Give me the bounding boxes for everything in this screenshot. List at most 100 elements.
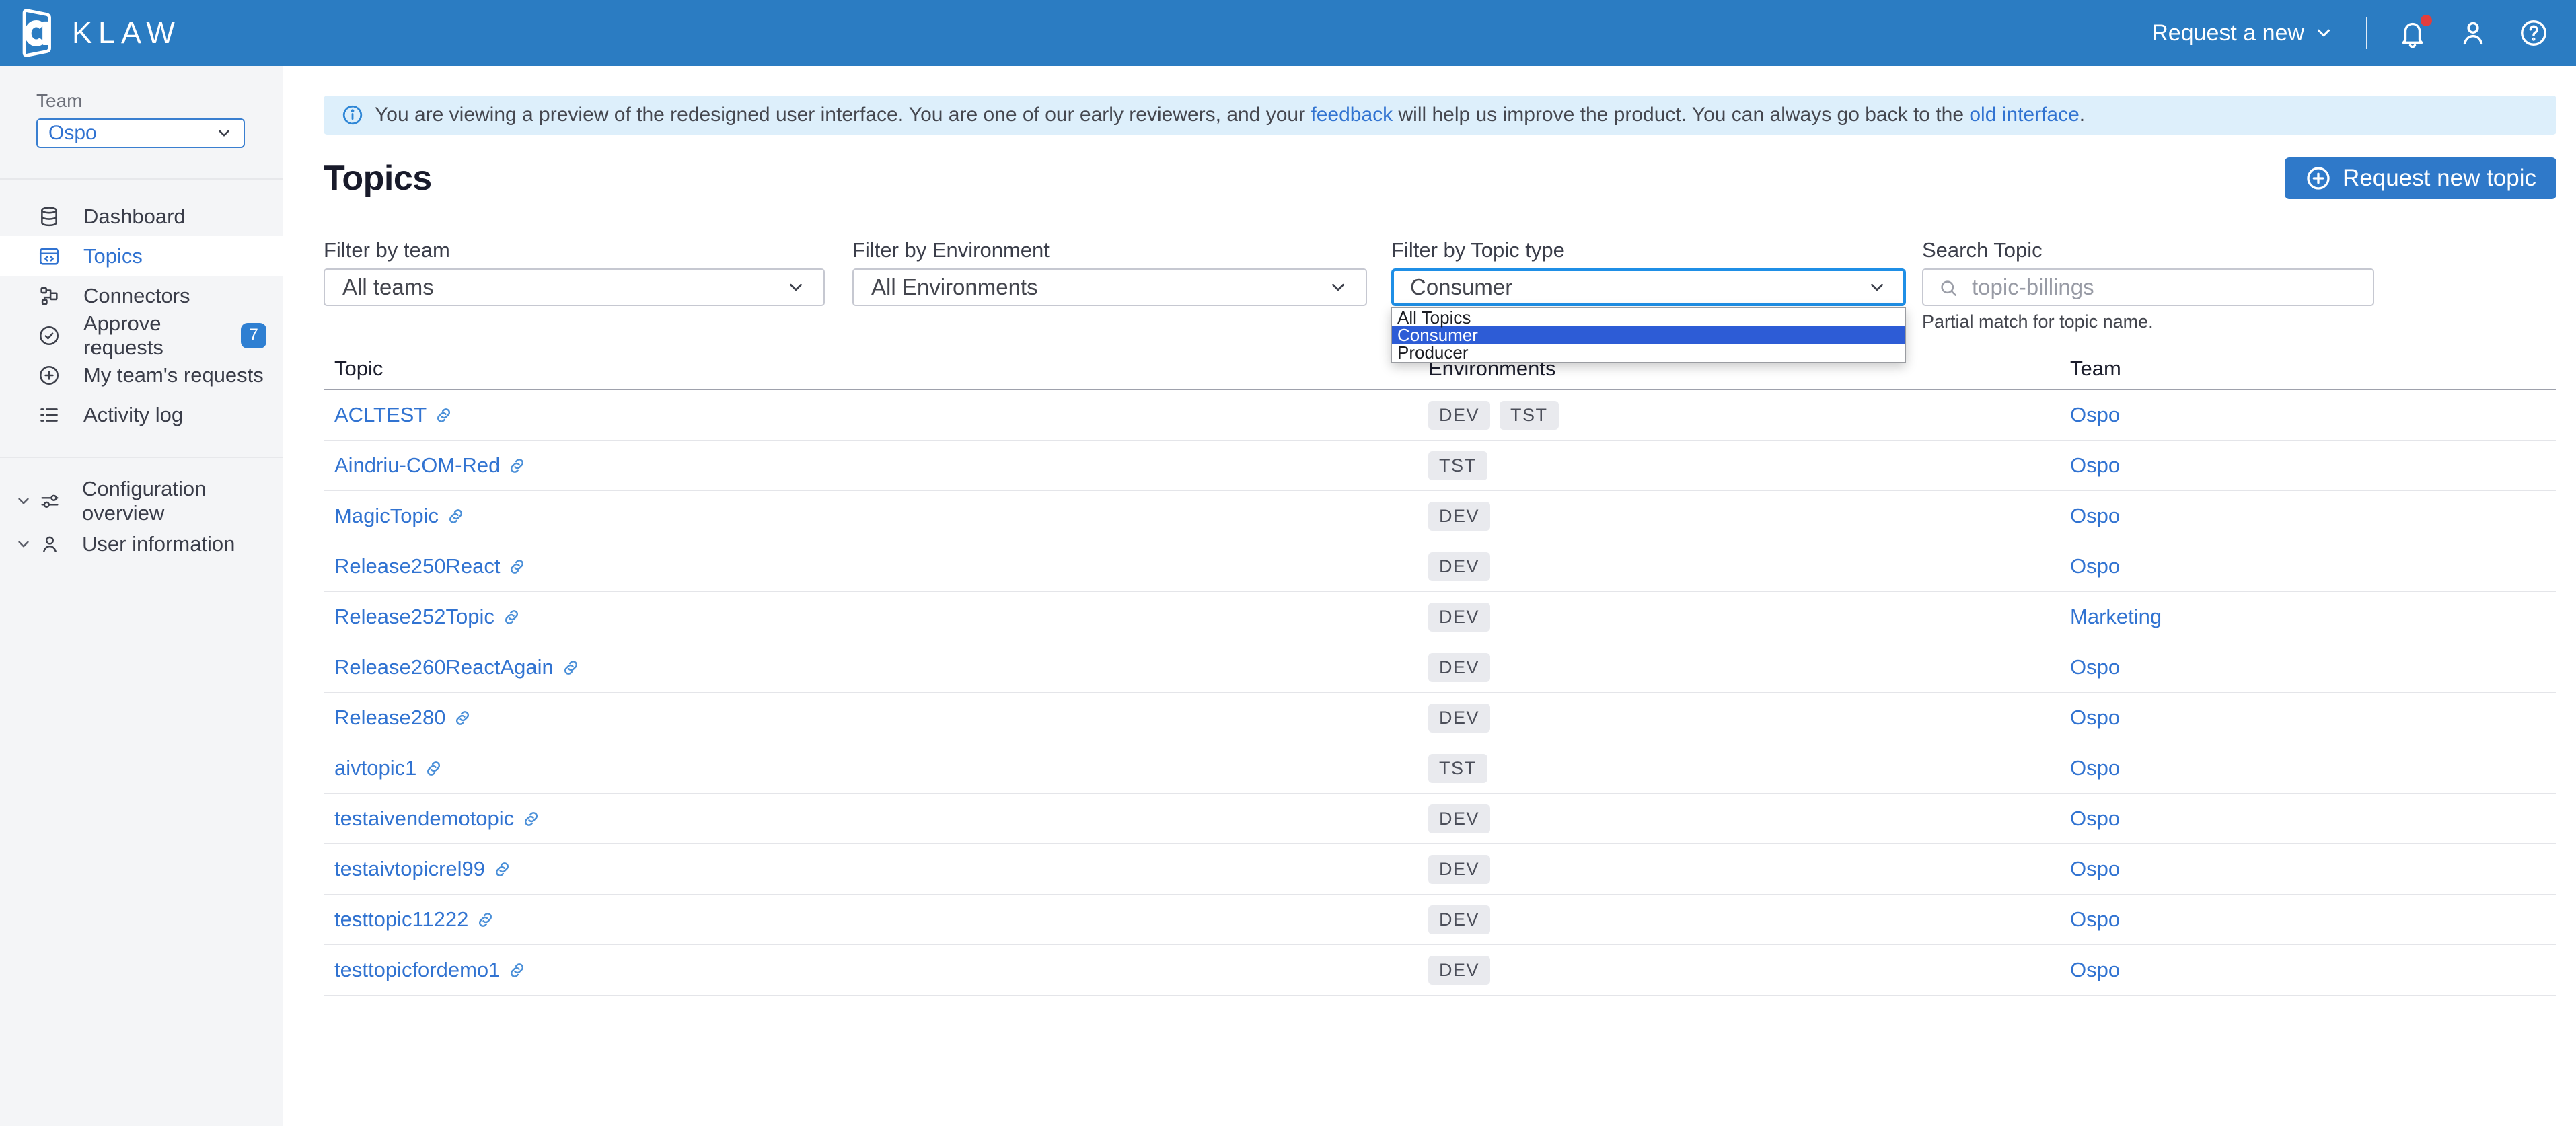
request-new-topic-button[interactable]: Request new topic	[2285, 157, 2556, 199]
team-label: Team	[36, 90, 238, 112]
sidebar-divider	[0, 178, 283, 180]
environment-badge: DEV	[1428, 905, 1490, 934]
topic-link[interactable]: testtopicfordemo1	[334, 958, 527, 982]
table-row: testaivtopicrel99 DEV Ospo	[324, 844, 2556, 895]
team-link[interactable]: Ospo	[2070, 756, 2120, 780]
search-icon	[1938, 278, 1958, 298]
link-icon	[507, 456, 527, 476]
topic-link[interactable]: Release250React	[334, 554, 527, 578]
help-icon[interactable]	[2518, 17, 2549, 48]
sliders-icon	[39, 490, 61, 512]
list-icon	[38, 404, 61, 426]
profile-icon[interactable]	[2458, 17, 2489, 48]
chevron-down-icon	[1328, 277, 1348, 297]
column-header-topic: Topic	[324, 356, 1428, 381]
old-interface-link[interactable]: old interface	[1969, 104, 2079, 126]
sidebar-item-activity-log[interactable]: Activity log	[0, 395, 283, 435]
main-content: You are viewing a preview of the redesig…	[283, 66, 2576, 996]
topic-type-option[interactable]: All Topics	[1392, 309, 1905, 326]
team-link[interactable]: Ospo	[2070, 403, 2120, 427]
topic-link[interactable]: Release252Topic	[334, 605, 521, 629]
environment-badge: DEV	[1428, 855, 1490, 884]
environment-badge: DEV	[1428, 653, 1490, 682]
topic-link[interactable]: aivtopic1	[334, 756, 443, 780]
link-icon	[521, 809, 541, 829]
klaw-logo[interactable]: KLAW	[18, 7, 181, 59]
team-link[interactable]: Ospo	[2070, 504, 2120, 528]
team-link[interactable]: Ospo	[2070, 907, 2120, 932]
sidebar-item-connectors[interactable]: Connectors	[0, 276, 283, 315]
chevron-down-icon	[15, 492, 32, 510]
chevron-down-icon	[786, 277, 806, 297]
link-icon	[492, 860, 512, 879]
search-topic-input[interactable]	[1922, 268, 2374, 306]
pending-requests-badge: 7	[241, 323, 266, 348]
table-row: Release280 DEV Ospo	[324, 693, 2556, 743]
table-row: Aindriu-COM-Red TST Ospo	[324, 441, 2556, 491]
database-icon	[38, 205, 61, 228]
sidebar-item-label: Configuration overview	[82, 477, 266, 525]
column-header-team: Team	[2070, 356, 2556, 381]
team-link[interactable]: Ospo	[2070, 958, 2120, 982]
sidebar-item-approve-requests[interactable]: Approve requests 7	[0, 315, 283, 355]
table-row: testaivendemotopic DEV Ospo	[324, 794, 2556, 844]
environment-badge: DEV	[1428, 502, 1490, 531]
brand-name: KLAW	[72, 15, 181, 50]
link-icon	[507, 557, 527, 576]
team-select[interactable]: Ospo	[36, 118, 245, 148]
environments-cell: DEV	[1428, 855, 2070, 884]
environment-badge: DEV	[1428, 401, 1490, 430]
environments-cell: DEV	[1428, 956, 2070, 985]
sidebar-item-my-team-s-requests[interactable]: My team's requests	[0, 355, 283, 395]
topic-link[interactable]: MagicTopic	[334, 504, 466, 528]
topic-link[interactable]: testtopic11222	[334, 907, 495, 932]
topic-link[interactable]: testaivtopicrel99	[334, 857, 512, 881]
environment-badge: DEV	[1428, 704, 1490, 733]
sidebar-item-user-information[interactable]: User information	[0, 524, 283, 564]
sidebar: Team Ospo Dashboard Topics Connectors Ap…	[0, 66, 283, 1126]
table-body: ACLTEST DEVTST Ospo Aindriu-COM-Red	[324, 390, 2556, 996]
topic-type-dropdown-list: All TopicsConsumerProducer	[1391, 307, 1906, 363]
filter-team-select[interactable]: All teams	[324, 268, 825, 306]
filter-environment-select[interactable]: All Environments	[852, 268, 1367, 306]
notifications-bell-icon[interactable]	[2397, 17, 2428, 48]
topbar: KLAW Request a new	[0, 0, 2576, 66]
check-circle-icon	[38, 324, 61, 347]
team-link[interactable]: Marketing	[2070, 605, 2162, 629]
topics-icon	[38, 245, 61, 268]
environments-cell: DEV	[1428, 804, 2070, 833]
topic-type-option[interactable]: Consumer	[1392, 326, 1905, 344]
klaw-logo-icon	[18, 7, 57, 59]
filter-topic-type-select[interactable]: Consumer	[1391, 268, 1906, 306]
topic-type-option[interactable]: Producer	[1392, 344, 1905, 361]
feedback-link[interactable]: feedback	[1311, 104, 1393, 126]
team-link[interactable]: Ospo	[2070, 453, 2120, 478]
sidebar-item-label: Approve requests	[83, 311, 241, 360]
sidebar-item-topics[interactable]: Topics	[0, 236, 283, 276]
environments-cell: DEV	[1428, 603, 2070, 632]
team-link[interactable]: Ospo	[2070, 554, 2120, 578]
topbar-divider	[2366, 17, 2367, 49]
chevron-down-icon	[215, 124, 233, 142]
topic-link[interactable]: ACLTEST	[334, 403, 453, 427]
search-topic-label: Search Topic	[1922, 238, 2374, 262]
preview-banner: You are viewing a preview of the redesig…	[324, 96, 2556, 135]
team-link[interactable]: Ospo	[2070, 706, 2120, 730]
sidebar-item-dashboard[interactable]: Dashboard	[0, 196, 283, 236]
environments-cell: DEV	[1428, 704, 2070, 733]
topic-link[interactable]: Aindriu-COM-Red	[334, 453, 527, 478]
topic-link[interactable]: Release280	[334, 706, 472, 730]
topic-link[interactable]: Release260ReactAgain	[334, 655, 581, 679]
table-row: ACLTEST DEVTST Ospo	[324, 390, 2556, 441]
sidebar-divider	[0, 457, 283, 458]
team-link[interactable]: Ospo	[2070, 857, 2120, 881]
request-a-new-menu[interactable]: Request a new	[2151, 20, 2334, 46]
team-link[interactable]: Ospo	[2070, 806, 2120, 831]
link-icon	[476, 910, 495, 930]
sidebar-item-configuration-overview[interactable]: Configuration overview	[0, 481, 283, 521]
environment-badge: DEV	[1428, 552, 1490, 581]
environments-cell: DEV	[1428, 502, 2070, 531]
team-link[interactable]: Ospo	[2070, 655, 2120, 679]
topic-link[interactable]: testaivendemotopic	[334, 806, 541, 831]
environment-badge: TST	[1428, 754, 1487, 783]
